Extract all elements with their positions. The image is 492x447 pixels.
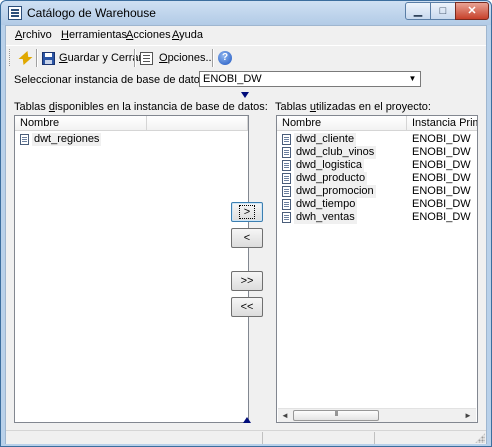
client-area: Archivo Herramientas Acciones Ayuda Guar… xyxy=(5,25,487,444)
available-label-suffix: isponibles en la instancia de base de da… xyxy=(54,101,268,113)
toolbar-grip[interactable] xyxy=(9,49,12,66)
table-instance: ENOBI_DW xyxy=(412,211,471,223)
table-instance: ENOBI_DW xyxy=(412,146,471,158)
save-icon xyxy=(42,51,55,65)
toolbar: Guardar y Cerrar Opciones... ? xyxy=(6,45,486,69)
table-instance: ENOBI_DW xyxy=(412,133,471,145)
options-button[interactable]: Opciones... xyxy=(140,49,215,67)
remove-table-button[interactable]: < xyxy=(231,228,263,248)
project-label-suffix: tilizadas en el proyecto: xyxy=(315,101,431,113)
table-row[interactable]: dwd_club_vinos ENOBI_DW xyxy=(279,146,475,159)
column-header-blank[interactable] xyxy=(147,116,248,131)
menu-herramientas-label: erramientas xyxy=(68,29,128,41)
scroll-thumb[interactable]: III xyxy=(293,410,379,421)
minimize-button[interactable]: ▁ xyxy=(405,2,431,20)
table-icon xyxy=(282,173,291,184)
options-icon xyxy=(140,51,153,65)
save-close-button[interactable]: Guardar y Cerrar xyxy=(42,49,142,67)
options-accel: O xyxy=(159,52,168,64)
run-button[interactable] xyxy=(17,49,31,67)
column-header-instancia[interactable]: Instancia Prima xyxy=(407,116,477,131)
table-name: dwd_cliente xyxy=(294,133,357,146)
toolbar-separator xyxy=(36,49,38,67)
menu-archivo[interactable]: Archivo xyxy=(15,29,52,41)
table-name: dwd_logistica xyxy=(294,159,365,172)
available-label-prefix: Tablas xyxy=(14,101,49,113)
list-item[interactable]: dwt_regiones xyxy=(17,133,217,146)
menu-bar: Archivo Herramientas Acciones Ayuda xyxy=(6,26,486,44)
table-name: dwt_regiones xyxy=(32,133,102,146)
horizontal-scrollbar[interactable]: ◄ III ► xyxy=(278,408,476,422)
table-row[interactable]: dwh_ventas ENOBI_DW xyxy=(279,211,475,224)
table-icon xyxy=(282,212,291,223)
menu-herramientas[interactable]: Herramientas xyxy=(61,29,127,41)
save-close-accel: G xyxy=(59,52,68,64)
menu-archivo-label: rchivo xyxy=(22,29,52,41)
column-header-nombre[interactable]: Nombre xyxy=(277,116,407,131)
status-bar xyxy=(6,430,486,444)
scroll-right-icon[interactable]: ► xyxy=(461,409,475,422)
table-icon xyxy=(282,160,291,171)
project-tables-label: Tablas utilizadas en el proyecto: xyxy=(275,101,431,113)
table-icon xyxy=(282,134,291,145)
title-bar[interactable]: Catálogo de Warehouse ▁ □ ✕ xyxy=(1,1,491,25)
column-header-nombre[interactable]: Nombre xyxy=(15,116,147,131)
collapse-top-arrow-icon[interactable] xyxy=(241,92,249,98)
table-name: dwd_producto xyxy=(294,172,368,185)
add-all-tables-button[interactable]: >> xyxy=(231,271,263,291)
table-instance: ENOBI_DW xyxy=(412,172,471,184)
project-label-prefix: Tablas xyxy=(275,101,310,113)
maximize-button[interactable]: □ xyxy=(430,2,456,20)
table-row[interactable]: dwd_tiempo ENOBI_DW xyxy=(279,198,475,211)
menu-herramientas-accel: H xyxy=(61,29,69,41)
menu-ayuda[interactable]: Ayuda xyxy=(172,29,203,41)
help-icon: ? xyxy=(218,51,232,65)
table-instance: ENOBI_DW xyxy=(412,159,471,171)
table-icon xyxy=(20,134,29,145)
table-name: dwh_ventas xyxy=(294,211,357,224)
status-pane xyxy=(374,432,472,444)
menu-acciones-label: cciones xyxy=(133,29,171,41)
dropdown-arrow-icon[interactable]: ▼ xyxy=(405,72,420,86)
save-close-label: uardar y Cerrar xyxy=(67,52,143,64)
table-row[interactable]: dwd_logistica ENOBI_DW xyxy=(279,159,475,172)
menu-ayuda-label: yuda xyxy=(179,29,203,41)
table-row[interactable]: dwd_cliente ENOBI_DW xyxy=(279,133,475,146)
scroll-left-icon[interactable]: ◄ xyxy=(278,409,292,422)
add-table-label: > xyxy=(238,205,256,219)
instance-select[interactable]: ENOBI_DW ▼ xyxy=(199,71,421,87)
table-icon xyxy=(282,199,291,210)
toolbar-separator xyxy=(212,49,214,67)
instance-select-value: ENOBI_DW xyxy=(203,73,262,85)
table-row[interactable]: dwd_promocion ENOBI_DW xyxy=(279,185,475,198)
status-pane xyxy=(262,432,374,444)
toolbar-separator xyxy=(134,49,136,67)
table-instance: ENOBI_DW xyxy=(412,185,471,197)
window-title: Catálogo de Warehouse xyxy=(27,6,156,20)
available-tables-list[interactable]: Nombre dwt_regiones xyxy=(14,115,249,423)
available-tables-label: Tablas disponibles en la instancia de ba… xyxy=(14,101,268,113)
options-label: pciones... xyxy=(167,52,215,64)
app-window: Catálogo de Warehouse ▁ □ ✕ Archivo Herr… xyxy=(0,0,492,447)
table-row[interactable]: dwd_producto ENOBI_DW xyxy=(279,172,475,185)
table-name: dwd_club_vinos xyxy=(294,146,377,159)
available-list-header: Nombre xyxy=(15,116,248,131)
close-button[interactable]: ✕ xyxy=(455,2,489,20)
table-name: dwd_tiempo xyxy=(294,198,358,211)
help-button[interactable]: ? xyxy=(218,49,232,67)
table-icon xyxy=(282,147,291,158)
expand-bottom-arrow-icon[interactable] xyxy=(243,417,251,423)
remove-all-tables-button[interactable]: << xyxy=(231,297,263,317)
lightning-icon xyxy=(17,51,31,65)
table-icon xyxy=(282,186,291,197)
project-list-header: Nombre Instancia Prima xyxy=(277,116,477,131)
menu-acciones[interactable]: Acciones xyxy=(126,29,171,41)
table-name: dwd_promocion xyxy=(294,185,376,198)
add-table-button[interactable]: > xyxy=(231,202,263,222)
app-icon[interactable] xyxy=(8,6,22,20)
resize-grip-icon[interactable] xyxy=(475,433,485,443)
table-instance: ENOBI_DW xyxy=(412,198,471,210)
project-tables-list[interactable]: Nombre Instancia Prima dwd_cliente ENOBI… xyxy=(276,115,478,423)
